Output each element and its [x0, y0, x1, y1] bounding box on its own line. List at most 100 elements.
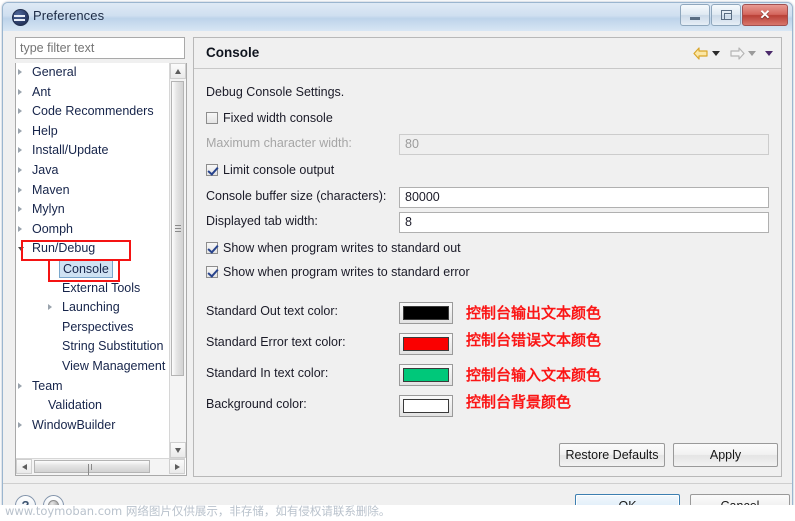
tree-item-code-recommenders[interactable]: Code Recommenders	[16, 102, 169, 122]
color-label-background-color: Background color:	[206, 397, 307, 411]
filter-field-wrapper	[15, 37, 185, 59]
show-stderr-label: Show when program writes to standard err…	[223, 265, 470, 279]
tree-item-label: Code Recommenders	[32, 104, 154, 119]
displayed-tab-width-input[interactable]: 8	[399, 212, 769, 233]
tree-item-maven[interactable]: Maven	[16, 181, 169, 201]
color-chip	[403, 399, 449, 413]
show-stdout-checkbox[interactable]	[206, 242, 218, 254]
chevron-right-icon[interactable]	[18, 108, 22, 115]
console-buffer-size-row[interactable]: Console buffer size (characters): 80000	[194, 187, 781, 209]
titlebar[interactable]: Preferences ✕	[3, 3, 792, 31]
page-header: Console	[194, 38, 781, 68]
screenshot-root: Preferences ✕ General Ant Code Recommender…	[0, 0, 795, 521]
back-arrow-icon[interactable]	[693, 46, 709, 60]
chevron-left-icon	[22, 464, 27, 470]
chevron-right-icon[interactable]	[18, 88, 22, 95]
description-row: Debug Console Settings.	[194, 83, 781, 105]
color-swatch-standard-in-text-color[interactable]	[399, 364, 453, 386]
horizontal-scroll-thumb[interactable]	[34, 460, 150, 475]
tree-item-windowbuilder[interactable]: WindowBuilder	[16, 416, 169, 436]
chevron-right-icon[interactable]	[18, 127, 22, 134]
console-highlight-box	[48, 259, 120, 282]
tree-item-string-substitution[interactable]: String Substitution	[16, 337, 169, 357]
tree-item-label: String Substitution	[62, 339, 164, 354]
back-dropdown-caret[interactable]	[712, 50, 720, 56]
show-stderr-row[interactable]: Show when program writes to standard err…	[194, 263, 781, 285]
chevron-right-icon[interactable]	[18, 69, 22, 75]
tree-item-launching[interactable]: Launching	[16, 298, 169, 318]
restore-icon	[721, 10, 732, 20]
window-title: Preferences	[33, 8, 105, 23]
tree-item-mylyn[interactable]: Mylyn	[16, 200, 169, 220]
preferences-icon	[12, 9, 29, 26]
tree-item-label: Maven	[32, 182, 70, 197]
tree-item-label: Team	[32, 378, 63, 393]
tree-item-team[interactable]: Team	[16, 377, 169, 397]
tree-item-ant[interactable]: Ant	[16, 83, 169, 103]
restore-defaults-button[interactable]: Restore Defaults	[559, 443, 665, 467]
search-input[interactable]	[15, 37, 185, 59]
tree-item-general[interactable]: General	[16, 63, 169, 83]
restore-button[interactable]	[711, 4, 741, 26]
chevron-right-icon[interactable]	[18, 147, 22, 154]
console-buffer-size-input[interactable]: 80000	[399, 187, 769, 208]
chevron-right-icon[interactable]	[18, 206, 22, 213]
show-stderr-checkbox[interactable]	[206, 266, 218, 278]
header-divider	[194, 68, 781, 69]
annotation-background-color: 控制台背景颜色	[466, 393, 572, 411]
tree-item-help[interactable]: Help	[16, 122, 169, 142]
page-title: Console	[206, 45, 260, 60]
minimize-button[interactable]	[680, 4, 710, 26]
color-swatch-standard-out-text-color[interactable]	[399, 302, 453, 324]
scroll-grip-icon	[175, 224, 181, 233]
page-navigation-tools	[693, 45, 773, 61]
tree-horizontal-scrollbar[interactable]	[16, 458, 185, 475]
color-label-standard-in-text-color: Standard In text color:	[206, 366, 329, 380]
page-menu-caret[interactable]	[765, 50, 773, 56]
limit-console-output-checkbox[interactable]	[206, 164, 218, 176]
chevron-up-icon	[175, 69, 181, 74]
watermark-text: www.toymoban.com 网络图片仅供展示，非存储，如有侵权请联系删除。	[5, 504, 391, 518]
chevron-right-icon[interactable]	[18, 225, 22, 232]
tree-item-view-management[interactable]: View Management	[16, 357, 169, 377]
scroll-down-button[interactable]	[170, 442, 186, 458]
annotation-standard-out-text-color: 控制台输出文本颜色	[466, 304, 602, 322]
color-swatch-background-color[interactable]	[399, 395, 453, 417]
scroll-right-button[interactable]	[169, 459, 185, 474]
displayed-tab-width-label: Displayed tab width:	[206, 214, 318, 228]
console-buffer-size-label: Console buffer size (characters):	[206, 189, 387, 203]
tree-item-oomph[interactable]: Oomph	[16, 220, 169, 240]
chevron-right-icon[interactable]	[48, 304, 52, 311]
tree-vertical-scrollbar[interactable]	[169, 63, 186, 458]
tree-item-label: Mylyn	[32, 202, 65, 217]
fixed-width-console-checkbox[interactable]	[206, 112, 218, 124]
displayed-tab-width-row[interactable]: Displayed tab width: 8	[194, 212, 781, 234]
chevron-right-icon[interactable]	[18, 166, 22, 173]
chevron-right-icon[interactable]	[18, 382, 22, 389]
close-button[interactable]: ✕	[742, 4, 788, 26]
scroll-left-button[interactable]	[16, 459, 32, 474]
fixed-width-console-row[interactable]: Fixed width console	[194, 109, 781, 131]
color-swatch-standard-error-text-color[interactable]	[399, 333, 453, 355]
tree-item-validation[interactable]: Validation	[16, 396, 169, 416]
tree-item-label: Oomph	[32, 221, 73, 236]
chevron-right-icon[interactable]	[18, 186, 22, 193]
chevron-right-icon[interactable]	[18, 421, 22, 428]
maximum-character-width-row: Maximum character width: 80	[194, 134, 781, 156]
tree-item-install-update[interactable]: Install/Update	[16, 141, 169, 161]
tree-item-label: Validation	[48, 398, 102, 413]
scroll-up-button[interactable]	[170, 63, 186, 79]
show-stdout-label: Show when program writes to standard out	[223, 241, 461, 255]
tree-item-label: General	[32, 65, 77, 79]
vertical-scroll-thumb[interactable]	[171, 81, 184, 376]
show-stdout-row[interactable]: Show when program writes to standard out	[194, 239, 781, 261]
chevron-right-icon	[175, 464, 180, 470]
console-preference-page: Console Debug Console Settings. Fixed wi…	[193, 37, 782, 477]
apply-button[interactable]: Apply	[673, 443, 778, 467]
tree-item-label: Ant	[32, 84, 51, 99]
color-row-standard-out-text-color: Standard Out text color: 控制台输出文本颜色	[194, 302, 781, 324]
tree-item-perspectives[interactable]: Perspectives	[16, 318, 169, 338]
limit-console-output-row[interactable]: Limit console output	[194, 161, 781, 183]
tree-item-java[interactable]: Java	[16, 161, 169, 181]
color-row-standard-in-text-color: Standard In text color: 控制台输入文本颜色	[194, 364, 781, 386]
